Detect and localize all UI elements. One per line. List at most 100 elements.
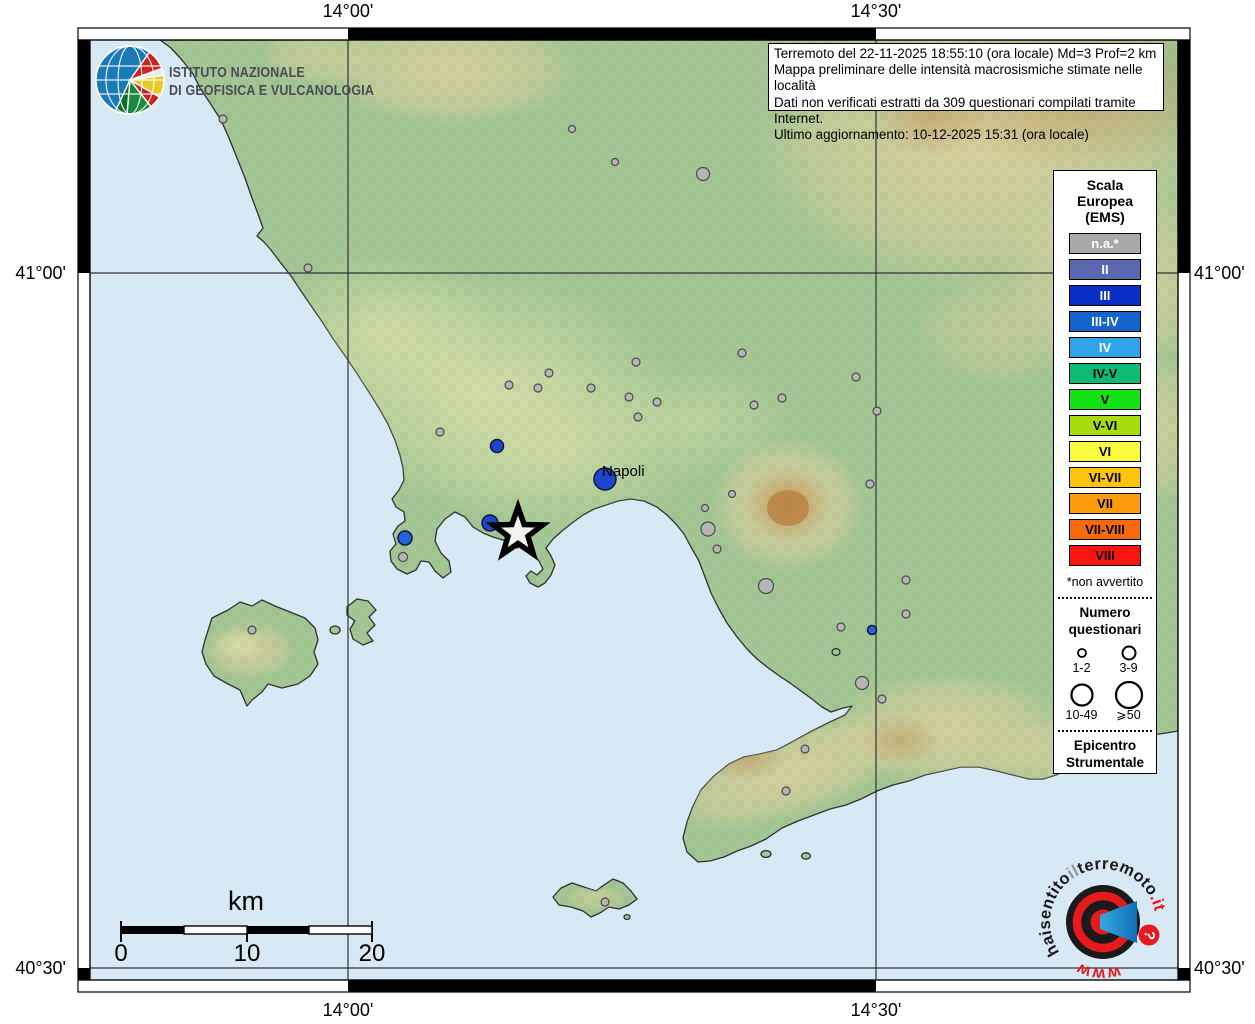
legend-divider: [1058, 730, 1152, 732]
report-point-na: [856, 677, 869, 690]
ems-chip-na: n.a.*: [1069, 233, 1141, 254]
ingv-globe-icon: [94, 44, 168, 118]
legend-questionnaires-title-line: questionari: [1069, 621, 1142, 638]
report-point-na: [866, 480, 874, 488]
islet: [802, 853, 811, 859]
ems-chip-iii-iv: III-IV: [1069, 311, 1141, 332]
axis-label-bottom-left: 14°00': [300, 1000, 396, 1021]
axis-label-right-top: 41°00': [1194, 263, 1245, 284]
islet: [761, 851, 771, 858]
axis-label-left-top: 41°00': [2, 263, 66, 284]
report-point-na: [750, 401, 758, 409]
size-class-label: 3-9: [1119, 662, 1137, 675]
legend-scale-title-line: Scala: [1077, 177, 1133, 193]
legend-epicenter-title-line: Epicentro: [1066, 737, 1144, 754]
report-point-na: [778, 394, 786, 402]
report-point-na: [625, 393, 633, 401]
info-line-data-source: Dati non verificati estratti da 309 ques…: [774, 95, 1158, 127]
legend-scale-title-line: Europea: [1077, 193, 1133, 209]
legend-divider: [1058, 597, 1152, 599]
size-class-label: 10-49: [1066, 709, 1098, 722]
report-point-na: [801, 745, 809, 753]
haisentitoilterremoto-logo: ? haisentitoilterremoto.it www.: [1038, 856, 1172, 997]
report-point-na: [653, 398, 661, 406]
report-point-na: [304, 264, 312, 272]
islet: [330, 626, 340, 634]
ingv-name: ISTITUTO NAZIONALE DI GEOFISICA E VULCAN…: [169, 64, 374, 100]
report-point-na: [436, 428, 444, 436]
size-class-1-2: 1-2: [1058, 642, 1105, 675]
scale-bar-unit: km: [196, 886, 296, 917]
scale-bar-tick-20: 20: [350, 940, 394, 968]
legend-questionnaires-title-line: Numero: [1069, 604, 1142, 621]
info-line-updated: Ultimo aggiornamento: 10-12-2025 15:31 (…: [774, 127, 1158, 143]
axis-label-bottom-right: 14°30': [828, 1000, 924, 1021]
report-point-na: [713, 545, 721, 553]
ingv-name-line1: ISTITUTO NAZIONALE: [169, 64, 374, 82]
ems-chip-vi-vii: VI-VII: [1069, 467, 1141, 488]
report-point-na: [759, 579, 774, 594]
report-point-na: [545, 369, 553, 377]
ems-chip-iv-v: IV-V: [1069, 363, 1141, 384]
report-point-na: [782, 787, 790, 795]
islet: [624, 915, 630, 920]
size-circle-medium-icon: [1112, 642, 1146, 662]
report-point-na: [587, 384, 595, 392]
report-point-na: [701, 522, 715, 536]
axis-label-top-left: 14°00': [300, 1, 396, 22]
ems-chip-v-vi: V-VI: [1069, 415, 1141, 436]
legend-scale-title: Scala Europea (EMS): [1077, 177, 1133, 225]
legend-epicenter-title: Epicentro Strumentale: [1066, 737, 1144, 771]
report-point-na: [634, 413, 642, 421]
report-point-na: [702, 505, 709, 512]
report-point-na: [837, 623, 845, 631]
report-point-na: [697, 168, 710, 181]
report-point-na: [248, 626, 256, 634]
info-line-map-type: Mappa preliminare delle intensità macros…: [774, 62, 1158, 94]
legend-epicenter-title-line: Strumentale: [1066, 754, 1144, 771]
report-point-na: [902, 576, 910, 584]
report-point-na: [873, 407, 881, 415]
report-point-na: [219, 115, 227, 123]
ems-chip-vi: VI: [1069, 441, 1141, 462]
report-point-na: [601, 898, 609, 906]
report-point-na: [902, 610, 910, 618]
size-class-label: ⩾50: [1116, 709, 1140, 722]
haisentitoilterremoto-icon: ? haisentitoilterremoto.it www.: [1038, 856, 1172, 992]
ems-chip-iii: III: [1069, 285, 1141, 306]
report-point-felt: [398, 531, 412, 545]
size-class-10-49: 10-49: [1058, 681, 1105, 722]
report-point-felt: [868, 626, 877, 635]
city-label-napoli: Napoli: [602, 463, 645, 480]
report-point-na: [569, 126, 576, 133]
ingv-logo: [94, 44, 168, 123]
ingv-name-line2: DI GEOFISICA E VULCANOLOGIA: [169, 82, 374, 100]
report-point-na: [505, 381, 513, 389]
earthquake-info-box: Terremoto del 22-11-2025 18:55:10 (ora l…: [768, 43, 1164, 111]
scale-bar-tick-0: 0: [99, 940, 143, 968]
report-point-na: [852, 373, 860, 381]
size-class-label: 1-2: [1072, 662, 1090, 675]
ems-chip-ii: II: [1069, 259, 1141, 280]
report-point-felt: [491, 440, 504, 453]
axis-label-right-bottom: 40°30': [1194, 958, 1245, 979]
report-point-na: [612, 159, 619, 166]
ems-chip-vii: VII: [1069, 493, 1141, 514]
report-point-na: [738, 349, 746, 357]
legend-footnote: *non avvertito: [1067, 575, 1143, 589]
size-class-3-9: 3-9: [1105, 642, 1152, 675]
axis-label-left-bottom: 40°30': [2, 958, 66, 979]
legend-questionnaires-title: Numero questionari: [1069, 604, 1142, 638]
ems-chip-v: V: [1069, 389, 1141, 410]
macroseismic-map-page: 14°00' 14°30' 14°00' 14°30' 41°00' 40°30…: [0, 0, 1255, 1024]
report-point-na: [534, 384, 542, 392]
size-class-50plus: ⩾50: [1105, 681, 1152, 722]
report-point-na: [729, 491, 736, 498]
ems-chip-viii: VIII: [1069, 545, 1141, 566]
report-point-na: [632, 358, 640, 366]
legend-scale-title-line: (EMS): [1077, 209, 1133, 225]
size-circle-small-icon: [1065, 642, 1099, 662]
size-circle-large-icon: [1065, 681, 1099, 709]
axis-label-top-right: 14°30': [828, 1, 924, 22]
ems-chip-iv: IV: [1069, 337, 1141, 358]
